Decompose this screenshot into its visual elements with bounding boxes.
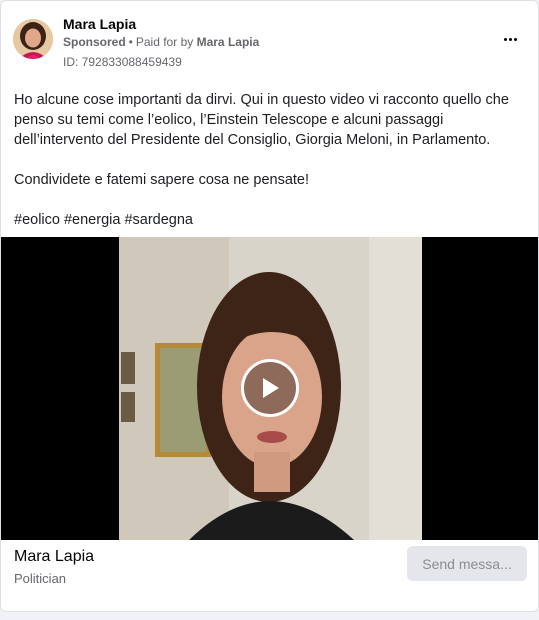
- ad-card: Mara Lapia Sponsored • Paid for by Mara La…: [0, 0, 539, 612]
- advertiser-name[interactable]: Mara Lapia: [63, 16, 136, 32]
- meta-separator: •: [128, 35, 133, 49]
- page-category: Politician: [14, 571, 67, 586]
- avatar-image: [13, 19, 53, 59]
- play-triangle: [263, 378, 279, 398]
- sponsored-line: Sponsored • Paid for by Mara Lapia: [63, 35, 259, 49]
- ad-body: Ho alcune cose importanti da dirvi. Qui …: [14, 90, 526, 250]
- play-icon[interactable]: [241, 359, 299, 417]
- ad-header: Mara Lapia Sponsored • Paid for by Mara La…: [13, 13, 526, 73]
- body-paragraph-1: Ho alcune cose importanti da dirvi. Qui …: [14, 92, 509, 148]
- avatar[interactable]: [13, 19, 53, 59]
- ad-id: ID: 792833088459439: [63, 55, 182, 69]
- send-message-button[interactable]: Send messa...: [407, 546, 527, 581]
- hashtags[interactable]: #eolico #energia #sardegna: [14, 210, 526, 230]
- body-paragraph-2: Condividete e fatemi sapere cosa ne pens…: [14, 172, 310, 188]
- paid-for-prefix: Paid for by: [135, 35, 194, 49]
- sponsored-label: Sponsored: [63, 35, 126, 49]
- more-options-icon[interactable]: [496, 27, 524, 51]
- paid-for-name[interactable]: Mara Lapia: [197, 35, 260, 49]
- page-name[interactable]: Mara Lapia: [14, 548, 94, 566]
